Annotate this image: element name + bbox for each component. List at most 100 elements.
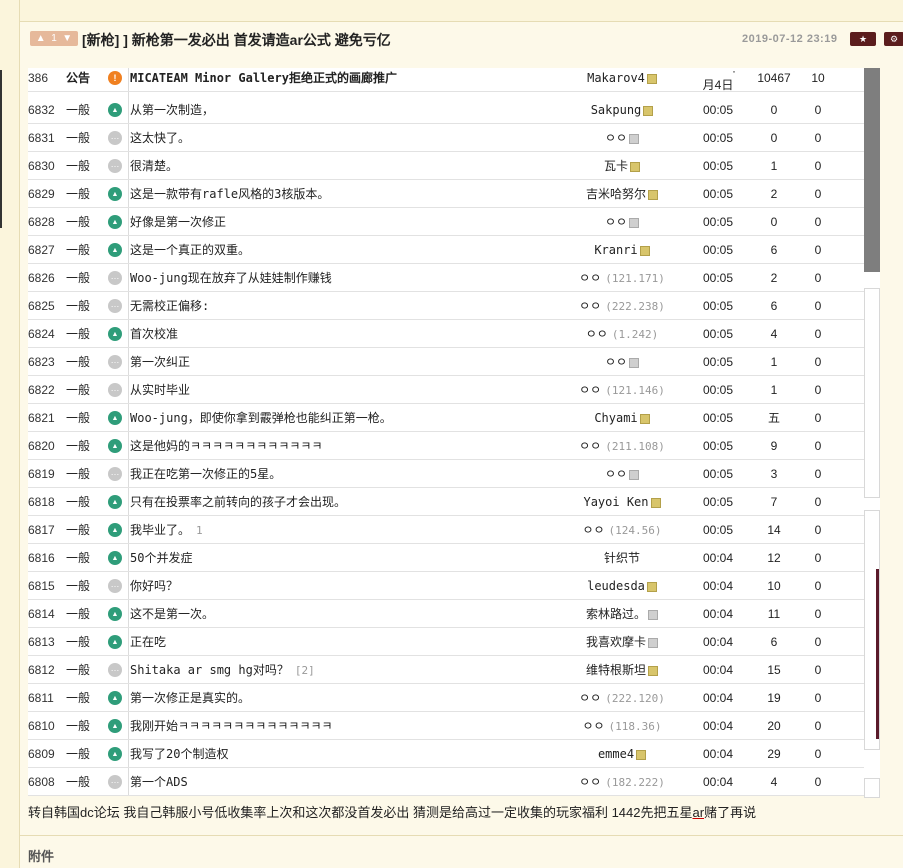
post-title-link[interactable]: 我正在吃第一次修正的5星。	[130, 460, 281, 488]
nickname-badge-icon	[646, 73, 657, 84]
table-row[interactable]: 6817 一般 我毕业了。 1 ㅇㅇ(124.56) 00:05 14 0	[28, 516, 864, 544]
post-title-link[interactable]: 第一次修正是真实的。	[130, 684, 250, 712]
post-type: 一般	[66, 103, 91, 117]
post-writer[interactable]: 索林路过。	[558, 600, 686, 628]
post-title-link[interactable]: 只有在投票率之前转向的孩子才会出现。	[130, 488, 346, 516]
table-row[interactable]: 6823 一般 第一次纠正 ㅇㅇ 00:05 1 0	[28, 348, 864, 376]
post-writer[interactable]: Kranri	[558, 236, 686, 264]
table-row[interactable]: 6824 一般 首次校准 ㅇㅇ(1.242) 00:05 4 0	[28, 320, 864, 348]
post-title[interactable]: [新枪] ] 新枪第一发必出 首发请造ar公式 避免亏亿	[82, 30, 391, 50]
table-row[interactable]: 6809 一般 我写了20个制造权 emme4 00:04 29 0	[28, 740, 864, 768]
table-row[interactable]: 6810 一般 我刚开始ㅋㅋㅋㅋㅋㅋㅋㅋㅋㅋㅋㅋㅋㅋ ㅇㅇ(118.36) 00:04 2…	[28, 712, 864, 740]
post-recommend: 0	[814, 299, 822, 313]
post-title-link[interactable]: 你好吗？	[130, 572, 178, 600]
post-title-link[interactable]: 这不是第一次。	[130, 600, 214, 628]
post-time: 00:05	[702, 243, 734, 257]
post-title-link[interactable]: 很清楚。	[130, 152, 178, 180]
table-row[interactable]: 6829 一般 这是一款带有rafle风格的3核版本。 吉米哈努尔 00:05 2 0	[28, 180, 864, 208]
post-views: 11	[767, 607, 781, 621]
table-row[interactable]: 6831 一般 这太快了。 ㅇㅇ 00:05 0 0	[28, 124, 864, 152]
notice-row[interactable]: 386 公告 ! MICATEAM Minor Gallery拒绝正式的画廊推广…	[28, 68, 864, 92]
writer-name: 我喜欢摩卡	[585, 635, 646, 649]
table-row[interactable]: 6811 一般 第一次修正是真实的。 ㅇㅇ(222.120) 00:04 19 0	[28, 684, 864, 712]
post-writer[interactable]: ㅇㅇ (182.222)	[558, 768, 686, 796]
gear-button[interactable]: ⚙	[884, 32, 903, 46]
post-writer[interactable]: ㅇㅇ (222.120)	[558, 684, 686, 713]
table-row[interactable]: 6818 一般 只有在投票率之前转向的孩子才会出现。 Yayoi Ken 00:05 7 0	[28, 488, 864, 516]
table-row[interactable]: 6808 一般 第一个ADS ㅇㅇ(182.222) 00:04 4 0	[28, 768, 864, 796]
post-writer[interactable]: ㅇㅇ (1.242)	[558, 320, 686, 349]
table-row[interactable]: 6822 一般 从实时毕业 ㅇㅇ(121.146) 00:05 1 0	[28, 376, 864, 404]
table-row[interactable]: 6832 一般 从第一次制造， Sakpung 00:05 0 0	[28, 96, 864, 124]
post-writer[interactable]: 针织节	[558, 544, 686, 572]
post-writer[interactable]: 吉米哈努尔	[558, 180, 686, 208]
vote-badge[interactable]: ▲ 1 ▼	[30, 31, 78, 46]
table-row[interactable]: 6816 一般 50个并发症 针织节 00:04 12 0	[28, 544, 864, 572]
table-row[interactable]: 6828 一般 好像是第一次修正 ㅇㅇ 00:05 0 0	[28, 208, 864, 236]
post-title-link[interactable]: Shitaka ar smg hg对吗？ [2]	[130, 656, 315, 685]
table-row[interactable]: 6812 一般 Shitaka ar smg hg对吗？ [2] 维特根斯坦 00:04 1…	[28, 656, 864, 684]
writer-name: ㅇㅇ	[579, 271, 602, 285]
reply-count[interactable]: [2]	[295, 664, 315, 677]
post-writer[interactable]: leudesda	[558, 572, 686, 600]
post-writer[interactable]: 维特根斯坦	[558, 656, 686, 684]
post-title-link[interactable]: 无需校正偏移:	[130, 292, 209, 320]
post-writer[interactable]: ㅇㅇ (121.146)	[558, 376, 686, 405]
post-views: 6	[770, 635, 778, 649]
post-title-link[interactable]: 50个并发症	[130, 544, 192, 572]
table-row[interactable]: 6813 一般 正在吃 我喜欢摩卡 00:04 6 0	[28, 628, 864, 656]
table-row[interactable]: 6825 一般 无需校正偏移: ㅇㅇ(222.238) 00:05 6 0	[28, 292, 864, 320]
table-row[interactable]: 6815 一般 你好吗？ leudesda 00:04 10 0	[28, 572, 864, 600]
post-recommend: 0	[814, 551, 822, 565]
post-title-link[interactable]: 正在吃	[130, 628, 166, 656]
post-title-link[interactable]: 这太快了。	[130, 124, 190, 152]
post-writer[interactable]: Chyami	[558, 404, 686, 432]
post-title-link[interactable]: MICATEAM Minor Gallery拒绝正式的画廊推广	[130, 68, 397, 92]
post-title-link[interactable]: 第一次纠正	[130, 348, 190, 376]
table-row[interactable]: 6819 一般 我正在吃第一次修正的5星。 ㅇㅇ 00:05 3 0	[28, 460, 864, 488]
post-title-link[interactable]: 第一个ADS	[130, 768, 188, 796]
post-writer[interactable]: ㅇㅇ (118.36)	[558, 712, 686, 741]
table-row[interactable]: 6826 一般 Woo-jung现在放弃了从娃娃制作赚钱 ㅇㅇ(121.171) 00:…	[28, 264, 864, 292]
post-title-link[interactable]: 首次校准	[130, 320, 178, 348]
scrollbar-thumb[interactable]	[864, 68, 880, 272]
post-writer[interactable]: ㅇㅇ	[558, 460, 686, 488]
post-writer[interactable]: emme4	[558, 740, 686, 768]
post-views: 五	[767, 411, 780, 425]
table-row[interactable]: 6814 一般 这不是第一次。 索林路过。 00:04 11 0	[28, 600, 864, 628]
post-title-link[interactable]: 从实时毕业	[130, 376, 190, 404]
writer-name: Makarov4	[587, 71, 645, 85]
post-writer[interactable]: Yayoi Ken	[558, 488, 686, 516]
post-title-link[interactable]: Woo-jung，即使你拿到霰弹枪也能纠正第一枪。	[130, 404, 392, 432]
post-writer[interactable]: Sakpung	[558, 96, 686, 124]
star-button[interactable]: ★	[850, 32, 876, 46]
reply-count[interactable]: 1	[196, 524, 203, 537]
post-title-link[interactable]: 这是他妈的ㅋㅋㅋㅋㅋㅋㅋㅋㅋㅋㅋㅋ	[130, 432, 322, 460]
post-views: 0	[770, 131, 778, 145]
table-row[interactable]: 6830 一般 很清楚。 瓦卡 00:05 1 0	[28, 152, 864, 180]
table-row[interactable]: 6821 一般 Woo-jung，即使你拿到霰弹枪也能纠正第一枪。 Chyami 00:…	[28, 404, 864, 432]
title-text: 我毕业了。	[130, 523, 191, 537]
post-writer[interactable]: ㅇㅇ (121.171)	[558, 264, 686, 293]
post-writer[interactable]: ㅇㅇ	[558, 348, 686, 376]
table-row[interactable]: 6827 一般 这是一个真正的双重。 Kranri 00:05 6 0	[28, 236, 864, 264]
post-title-link[interactable]: 这是一款带有rafle风格的3核版本。	[130, 180, 329, 208]
table-row[interactable]: 6820 一般 这是他妈的ㅋㅋㅋㅋㅋㅋㅋㅋㅋㅋㅋㅋ ㅇㅇ(211.108) 00:05 9…	[28, 432, 864, 460]
post-title-link[interactable]: 我刚开始ㅋㅋㅋㅋㅋㅋㅋㅋㅋㅋㅋㅋㅋㅋ	[130, 712, 333, 740]
post-writer[interactable]: ㅇㅇ (211.108)	[558, 432, 686, 461]
post-writer[interactable]: ㅇㅇ (124.56)	[558, 516, 686, 545]
post-recommend: 0	[814, 243, 822, 257]
post-writer[interactable]: 瓦卡	[558, 152, 686, 180]
post-writer[interactable]: 我喜欢摩卡	[558, 628, 686, 656]
post-writer[interactable]: ㅇㅇ	[558, 208, 686, 236]
post-writer[interactable]: Makarov4	[558, 68, 686, 92]
post-title-link[interactable]: 这是一个真正的双重。	[130, 236, 250, 264]
post-time: 00:05	[702, 383, 734, 397]
post-title-link[interactable]: Woo-jung现在放弃了从娃娃制作赚钱	[130, 264, 332, 292]
post-title-link[interactable]: 我写了20个制造权	[130, 740, 228, 768]
post-title-link[interactable]: 我毕业了。 1	[130, 516, 203, 545]
post-writer[interactable]: ㅇㅇ (222.238)	[558, 292, 686, 321]
post-title-link[interactable]: 好像是第一次修正	[130, 208, 226, 236]
post-writer[interactable]: ㅇㅇ	[558, 124, 686, 152]
post-title-link[interactable]: 从第一次制造，	[130, 96, 214, 124]
